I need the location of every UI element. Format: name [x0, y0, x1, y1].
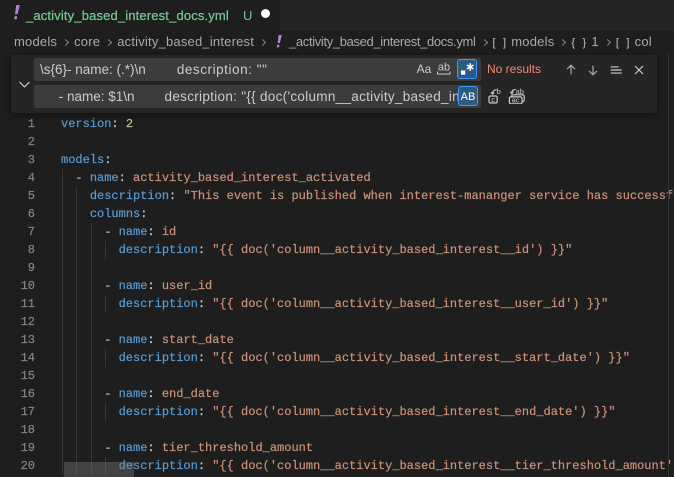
- svg-text:ac: ac: [512, 96, 520, 104]
- svg-text:c: c: [491, 95, 495, 104]
- svg-text:ab: ab: [438, 62, 450, 74]
- svg-text:b: b: [497, 88, 501, 96]
